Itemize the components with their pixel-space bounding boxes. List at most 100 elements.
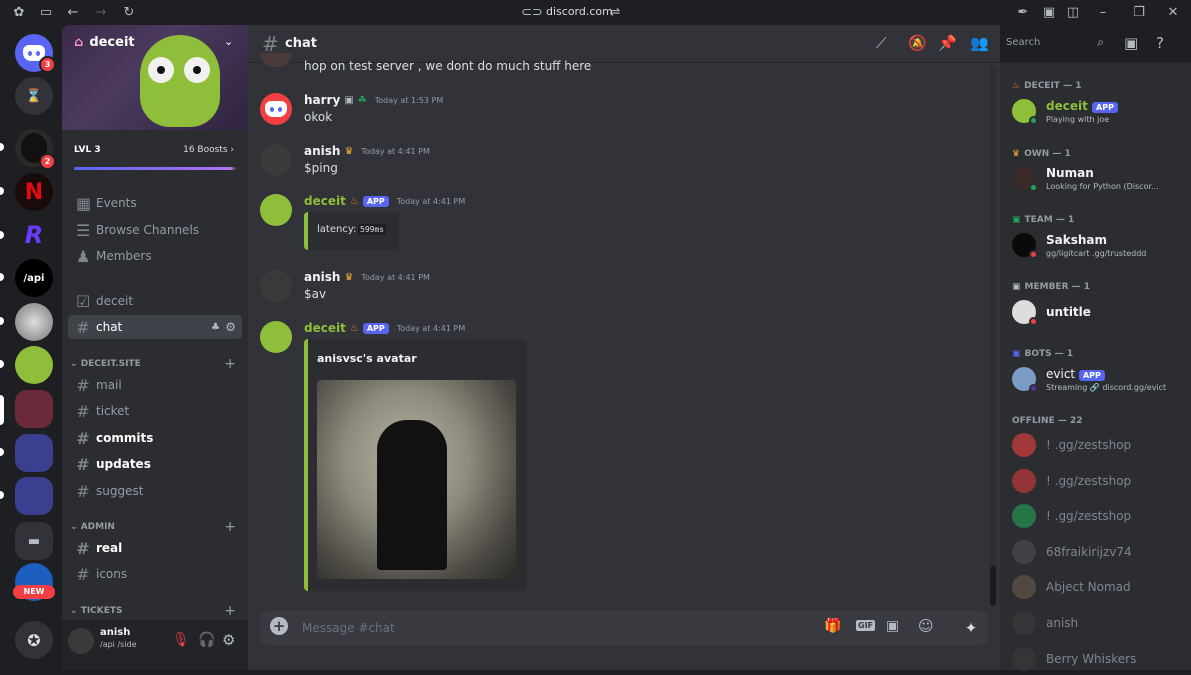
member-item[interactable]: deceit APP Playing with joe	[1012, 97, 1184, 127]
server-green[interactable]	[15, 346, 53, 384]
invite-icon[interactable]: ♣	[211, 322, 220, 333]
category-label: DECEIT.SITE	[80, 359, 141, 369]
avatar[interactable]	[260, 144, 292, 176]
category-deceit-site[interactable]: ⌄ DECEIT.SITE +	[68, 356, 242, 372]
chevron-down-icon[interactable]: ⌄	[224, 35, 233, 48]
add-channel-icon[interactable]: +	[224, 519, 236, 535]
attach-plus-icon[interactable]: +	[270, 617, 288, 635]
unread-pill	[0, 491, 4, 499]
avatar[interactable]	[260, 93, 292, 125]
channel-suggest[interactable]: # suggest	[68, 479, 242, 503]
split-view-icon[interactable]: ◫	[1064, 4, 1082, 22]
message-header: deceit ♨ APP Today at 4:41 PM	[304, 321, 465, 335]
server-deceit[interactable]	[15, 390, 53, 428]
add-channel-icon[interactable]: +	[224, 603, 236, 619]
author-name[interactable]: anish	[304, 270, 340, 284]
sidebar-toggle-icon[interactable]: ▭	[37, 4, 55, 22]
member-item[interactable]: ! .gg/zestshop	[1012, 467, 1184, 497]
maximize-icon[interactable]: ❐	[1130, 4, 1148, 22]
member-list-icon[interactable]: 👥	[970, 34, 989, 52]
channel-mail[interactable]: # mail	[68, 373, 242, 397]
sidebar-item-members[interactable]: ♟ Members	[68, 244, 242, 268]
member-item[interactable]: evict APP Streaming 🔗 discord.gg/evict	[1012, 365, 1184, 395]
channel-commits[interactable]: # commits	[68, 426, 242, 450]
member-item[interactable]: Berry Whiskers	[1012, 645, 1184, 675]
avatar[interactable]	[260, 53, 292, 67]
server-dark[interactable]: 2	[15, 129, 56, 170]
inbox-icon[interactable]: ▣	[1124, 34, 1138, 52]
channel-label: deceit	[96, 294, 134, 308]
author-name[interactable]: harry	[304, 93, 340, 107]
channel-chat[interactable]: # chat ♣ ⚙	[68, 315, 242, 339]
member-item[interactable]: ! .gg/zestshop	[1012, 502, 1184, 532]
hash-icon: #	[76, 428, 90, 448]
help-icon[interactable]: ?	[1156, 34, 1164, 52]
scrollbar-thumb[interactable]	[990, 566, 996, 606]
gift-icon[interactable]: 🎁	[824, 618, 841, 634]
author-name[interactable]: deceit	[304, 321, 346, 335]
reload-icon[interactable]: ↻	[120, 4, 138, 22]
member-item[interactable]: Numan Looking for Python (Discor...	[1012, 164, 1184, 194]
discover-icon[interactable]: ✪	[15, 621, 53, 659]
member-item[interactable]: Saksham gg/ligitcart .gg/trusteddd	[1012, 231, 1184, 261]
avatar[interactable]	[260, 194, 292, 226]
add-channel-icon[interactable]: +	[224, 356, 236, 372]
channel-ticket[interactable]: # ticket	[68, 399, 242, 423]
server-folder[interactable]	[15, 434, 53, 472]
sidebar-item-browse-channels[interactable]: ☰ Browse Channels	[68, 218, 242, 242]
forward-icon[interactable]: →	[92, 4, 110, 22]
member-item[interactable]: anish	[1012, 609, 1184, 639]
pen-icon[interactable]: ✒	[1014, 4, 1032, 22]
avatar[interactable]	[260, 321, 292, 353]
server-folder-2[interactable]	[15, 477, 53, 515]
sidebar-item-events[interactable]: ▦ Events	[68, 191, 242, 215]
server-gray[interactable]	[15, 303, 53, 341]
user-status: /api /side	[100, 640, 137, 649]
group-label: MEMBER — 1	[1024, 282, 1091, 292]
channel-icons[interactable]: # icons	[68, 562, 242, 586]
extension-icon[interactable]: ▣	[1040, 4, 1058, 22]
scrollbar[interactable]	[990, 66, 996, 606]
hourglass-server[interactable]: ⌛	[15, 77, 53, 115]
direct-messages-button[interactable]: 3	[15, 34, 56, 73]
close-icon[interactable]: ✕	[1164, 4, 1182, 22]
pin-icon[interactable]: 📌	[938, 34, 957, 52]
server-n[interactable]: N	[15, 173, 53, 211]
headphones-icon[interactable]: 🎧	[198, 632, 215, 648]
channel-updates[interactable]: # updates	[68, 452, 242, 476]
site-settings-icon[interactable]: ⇌	[606, 4, 624, 22]
avatar[interactable]	[260, 270, 292, 302]
minimize-icon[interactable]: –	[1094, 4, 1112, 22]
category-tickets[interactable]: ⌄ TICKETS +	[68, 603, 242, 619]
boost-count[interactable]: 16 Boosts ›	[183, 145, 234, 155]
threads-icon[interactable]: ⟋	[876, 34, 887, 52]
member-item[interactable]: Abject Nomad	[1012, 573, 1184, 603]
member-item[interactable]: 68fraikirijzv74	[1012, 538, 1184, 568]
sticker-icon[interactable]: ▣	[886, 618, 899, 634]
server-name-button[interactable]: ⌂ deceit	[74, 35, 135, 50]
author-name[interactable]: deceit	[304, 194, 346, 208]
channel-deceit[interactable]: ☑ deceit	[68, 289, 242, 313]
apps-icon[interactable]: ✦	[954, 611, 988, 645]
mute-icon[interactable]: 🎙	[172, 632, 190, 648]
member-item[interactable]: untitle	[1012, 298, 1184, 328]
message-composer[interactable]: + Message #chat 🎁 GIF ▣ ☺	[260, 611, 986, 645]
emoji-icon[interactable]: ☺	[918, 617, 934, 635]
address-bar[interactable]: discord.com	[546, 5, 613, 18]
avatar[interactable]	[68, 628, 94, 654]
server-r[interactable]: R	[15, 216, 53, 254]
search-input[interactable]: Search ⌕	[1000, 33, 1110, 54]
avatar-image[interactable]	[317, 380, 516, 579]
member-item[interactable]: ! .gg/zestshop	[1012, 431, 1184, 461]
category-admin[interactable]: ⌄ ADMIN +	[68, 519, 242, 535]
back-icon[interactable]: ←	[64, 4, 82, 22]
server-api[interactable]: /api	[15, 259, 53, 297]
gear-icon[interactable]: ⚙	[225, 320, 236, 334]
gif-icon[interactable]: GIF	[856, 620, 876, 631]
settings-gear-icon[interactable]: ⚙	[222, 631, 235, 649]
folder-icon[interactable]: ▬	[15, 522, 53, 560]
notification-bell-icon[interactable]: 🔕	[908, 34, 927, 52]
app-menu-icon[interactable]: ✿	[10, 4, 28, 22]
author-name[interactable]: anish	[304, 144, 340, 158]
channel-real[interactable]: # real	[68, 536, 242, 560]
